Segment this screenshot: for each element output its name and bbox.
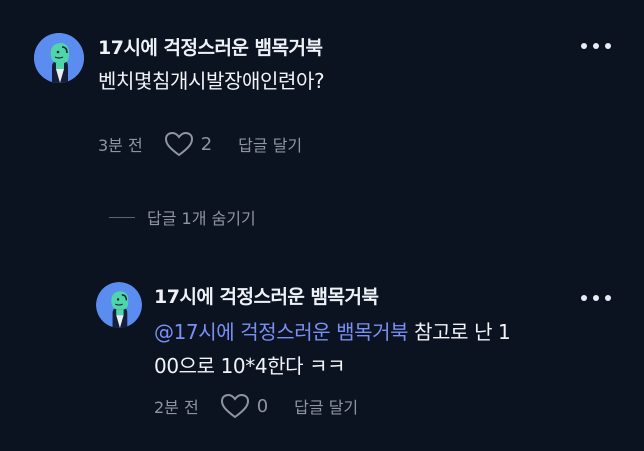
more-dot-icon xyxy=(593,295,599,301)
avatar[interactable] xyxy=(34,33,84,83)
comment-meta: 3분 전 2 답글 달기 xyxy=(98,130,302,158)
comment-time: 3분 전 xyxy=(98,136,143,155)
reply-time: 2분 전 xyxy=(154,398,199,417)
more-dot-icon xyxy=(581,43,587,49)
comment-text: 벤치몇침개시발장애인련아? xyxy=(98,69,325,93)
avatar-illustration-icon xyxy=(34,33,84,83)
mention-link[interactable]: @17시에 걱정스러운 뱀목거북 xyxy=(154,320,409,344)
comment-item: 17시에 걱정스러운 뱀목거북 벤치몇침개시발장애인련아? 3분 전 2 답글 … xyxy=(0,0,644,190)
reply-button[interactable]: 답글 달기 xyxy=(294,394,358,418)
divider-line xyxy=(109,216,135,218)
avatar-illustration-icon xyxy=(96,282,142,328)
more-dot-icon xyxy=(605,43,611,49)
reply-author[interactable]: 17시에 걱정스러운 뱀목거북 xyxy=(154,282,379,309)
hide-replies-button[interactable]: 답글 1개 숨기기 xyxy=(109,205,256,229)
more-dot-icon xyxy=(581,295,587,301)
heart-icon[interactable] xyxy=(163,130,195,158)
reply-text: @17시에 걱정스러운 뱀목거북 참고로 난 1 00으로 10*4한다 ㅋㅋ xyxy=(154,315,594,383)
like-count: 2 xyxy=(200,133,213,155)
hide-replies-label: 답글 1개 숨기기 xyxy=(147,209,256,228)
more-dot-icon xyxy=(593,43,599,49)
reply-text-line: 00으로 10*4한다 ㅋㅋ xyxy=(154,354,346,378)
reply-text-part: 참고로 난 1 xyxy=(408,320,511,344)
heart-icon[interactable] xyxy=(219,392,251,420)
reply-text-line: @17시에 걱정스러운 뱀목거북 참고로 난 1 xyxy=(154,315,594,349)
reply-meta: 2분 전 0 답글 달기 xyxy=(154,392,358,420)
reply-button[interactable]: 답글 달기 xyxy=(238,132,302,156)
more-options-button[interactable] xyxy=(581,290,611,306)
like-count: 0 xyxy=(256,395,269,417)
avatar[interactable] xyxy=(96,282,142,328)
comment-author[interactable]: 17시에 걱정스러운 뱀목거북 xyxy=(98,33,323,60)
more-dot-icon xyxy=(605,295,611,301)
more-options-button[interactable] xyxy=(581,38,611,54)
